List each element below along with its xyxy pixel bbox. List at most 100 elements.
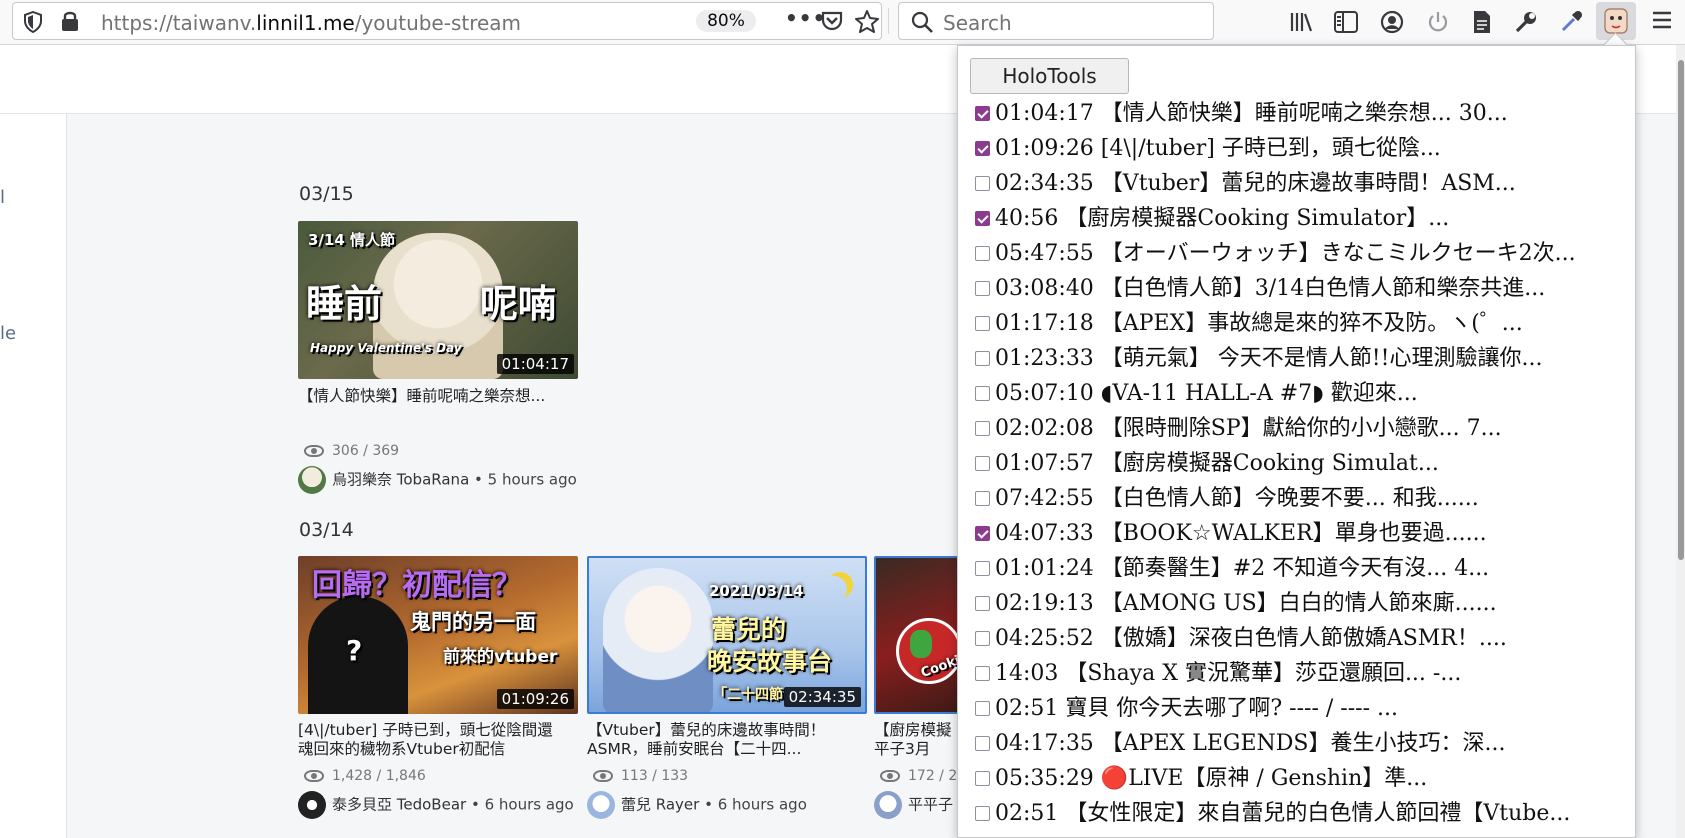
pocket-icon[interactable] — [821, 10, 843, 35]
sidebar-icon[interactable] — [1334, 11, 1358, 36]
stream-checklist-label: 05:47:55 【オーバーウォッチ】きなこミルクセーキ2次... — [995, 241, 1576, 266]
channel-info[interactable]: 平平子 — [874, 791, 953, 819]
stream-checklist-item[interactable]: 02:19:13 【AMONG US】白白的情人節來廝...... — [975, 586, 1635, 621]
stream-checklist-item[interactable]: 01:07:57 【廚房模擬器Cooking Simulat... — [975, 446, 1635, 481]
stream-thumbnail[interactable]: 3/14 情人節 睡前 呢喃 Happy Valentine's Day 01:… — [298, 221, 578, 379]
view-count-text: 1,428 / 1,846 — [332, 768, 426, 784]
stream-checklist-item[interactable]: 05:47:55 【オーバーウォッチ】きなこミルクセーキ2次... — [975, 236, 1635, 271]
checkbox-unchecked[interactable] — [975, 281, 990, 296]
checkbox-unchecked[interactable] — [975, 561, 990, 576]
checkbox-unchecked[interactable] — [975, 386, 990, 401]
checkbox-unchecked[interactable] — [975, 316, 990, 331]
avatar[interactable] — [874, 791, 902, 819]
avatar[interactable] — [298, 791, 326, 819]
stream-checklist-item[interactable]: 03:08:40 【白色情人節】3/14白色情人節和樂奈共進... — [975, 271, 1635, 306]
stream-title[interactable]: 【情人節快樂】睡前呢喃之樂奈想... — [298, 387, 583, 406]
stream-checklist-item[interactable]: 01:23:33 【萌元氣】 今天不是情人節!!心理測驗讓你... — [975, 341, 1635, 376]
stream-checklist-label: 02:51 寶貝 你今天去哪了啊? ---- / ---- ... — [995, 696, 1399, 721]
wrench-icon[interactable] — [1514, 10, 1538, 37]
checkbox-unchecked[interactable] — [975, 806, 990, 821]
stream-checklist-item[interactable]: 05:35:29 🔴LIVE【原神 / Genshin】準... — [975, 761, 1635, 796]
power-icon[interactable] — [1426, 10, 1450, 37]
stream-checklist-item[interactable]: 01:01:24 【節奏醫生】#2 不知道今天有沒... 4... — [975, 551, 1635, 586]
url-text[interactable]: https://taiwanv.linnil1.me/youtube-strea… — [101, 11, 521, 35]
thumbnail-caption: 前來的vtuber — [443, 647, 558, 667]
stream-thumbnail[interactable]: ? 回歸？初配信？ 鬼門的另一面 前來的vtuber 01:09:26 — [298, 556, 578, 714]
stream-checklist-item[interactable]: 40:56 【廚房模擬器Cooking Simulator】... — [975, 201, 1635, 236]
search-icon — [911, 11, 933, 36]
stream-checklist-item[interactable]: 01:09:26 [4\|/tuber] 子時已到，頭七從陰... — [975, 131, 1635, 166]
channel-name[interactable]: 烏羽樂奈 TobaRana — [332, 471, 469, 489]
page-icon[interactable] — [1472, 10, 1492, 37]
stream-thumbnail[interactable]: 2021/03/14 蕾兒的 晚安故事台 「二十四節 02:34:35 — [587, 556, 867, 714]
channel-name[interactable]: 蕾兒 Rayer — [621, 796, 699, 814]
checkbox-unchecked[interactable] — [975, 596, 990, 611]
thumbnail-caption: 「二十四節 — [713, 687, 783, 703]
checkbox-checked[interactable] — [975, 211, 990, 226]
stream-checklist-item[interactable]: 01:17:18 【APEX】事故總是來的猝不及防。ヽ(゜... — [975, 306, 1635, 341]
holotools-button[interactable]: HoloTools — [970, 58, 1129, 94]
url-domain: linnil1.me — [256, 11, 355, 35]
bookmark-star-icon[interactable] — [855, 10, 879, 36]
browser-toolbar: https://taiwanv.linnil1.me/youtube-strea… — [0, 0, 1685, 45]
stream-checklist-label: 01:09:26 [4\|/tuber] 子時已到，頭七從陰... — [995, 136, 1441, 161]
stream-checklist-item[interactable]: 02:51 【女性限定】來自蕾兒的白色情人節回禮【Vtube... — [975, 796, 1635, 831]
stream-checklist-item[interactable]: 02:02:08 【限時刪除SP】獻給你的小小戀歌... 7... — [975, 411, 1635, 446]
checkbox-unchecked[interactable] — [975, 176, 990, 191]
zoom-indicator[interactable]: 80% — [696, 10, 756, 32]
avatar[interactable] — [298, 466, 326, 494]
thumbnail-caption: ? — [346, 634, 363, 667]
sidebar-item-fragment[interactable]: l — [0, 187, 5, 208]
channel-name[interactable]: 平平子 — [908, 796, 953, 814]
stream-checklist-item[interactable]: 04:07:33 【BOOK☆WALKER】單身也要過...... — [975, 516, 1635, 551]
url-bar[interactable]: https://taiwanv.linnil1.me/youtube-strea… — [12, 2, 882, 40]
stream-title[interactable]: [4\|/tuber] 子時已到，頭七從陰間還魂回來的穢物系Vtuber初配信 — [298, 721, 568, 759]
channel-info[interactable]: 蕾兒 Rayer • 6 hours ago — [587, 791, 807, 819]
stream-checklist-label: 01:07:57 【廚房模擬器Cooking Simulat... — [995, 451, 1439, 476]
stream-checklist-item[interactable]: 04:17:35 【APEX LEGENDS】養生小技巧：深... — [975, 726, 1635, 761]
checkbox-unchecked[interactable] — [975, 736, 990, 751]
eye-icon — [304, 445, 324, 457]
checkbox-unchecked[interactable] — [975, 491, 990, 506]
stream-checklist-item[interactable]: 07:42:55 【白色情人節】今晚要不要... 和我...... — [975, 481, 1635, 516]
stream-checklist-item[interactable]: 04:25:52 【傲嬌】深夜白色情人節傲嬌ASMR！.... — [975, 621, 1635, 656]
stream-checklist-label: 01:01:24 【節奏醫生】#2 不知道今天有沒... 4... — [995, 556, 1490, 581]
shield-icon[interactable] — [23, 10, 43, 36]
account-icon[interactable] — [1380, 10, 1404, 37]
stream-checklist-label: 03:08:40 【白色情人節】3/14白色情人節和樂奈共進... — [995, 276, 1546, 301]
lock-icon[interactable] — [61, 10, 79, 35]
channel-info[interactable]: 烏羽樂奈 TobaRana • 5 hours ago — [298, 466, 577, 494]
stream-checklist-item[interactable]: 14:03 【Shaya X 實況驚華】莎亞還願回... -... — [975, 656, 1635, 691]
checkbox-checked[interactable] — [975, 141, 990, 156]
sidebar-item-fragment[interactable]: le — [0, 323, 16, 344]
checkbox-unchecked[interactable] — [975, 631, 990, 646]
stream-checklist-item[interactable]: 02:34:35 【Vtuber】蕾兒的床邊故事時間！ASM... — [975, 166, 1635, 201]
thumbnail-caption: 晚安故事台 — [707, 647, 833, 676]
publish-time: • 6 hours ago — [704, 795, 807, 814]
checkbox-unchecked[interactable] — [975, 246, 990, 261]
channel-name[interactable]: 泰多貝亞 TedoBear — [332, 796, 466, 814]
eyedropper-icon[interactable] — [1560, 9, 1584, 36]
avatar[interactable] — [587, 791, 615, 819]
stream-checklist-label: 02:34:35 【Vtuber】蕾兒的床邊故事時間！ASM... — [995, 171, 1516, 196]
menu-icon[interactable] — [1652, 10, 1672, 33]
stream-title[interactable]: 【Vtuber】蕾兒的床邊故事時間！ASMR，睡前安眠台【二十四... — [587, 721, 857, 759]
stream-checklist-item[interactable]: 02:51 寶貝 你今天去哪了啊? ---- / ---- ... — [975, 691, 1635, 726]
search-bar[interactable]: Search — [898, 2, 1214, 40]
checkbox-checked[interactable] — [975, 106, 990, 121]
search-input[interactable]: Search — [943, 11, 1012, 35]
scrollbar-thumb[interactable] — [1678, 60, 1684, 560]
checkbox-unchecked[interactable] — [975, 666, 990, 681]
channel-info[interactable]: 泰多貝亞 TedoBear • 6 hours ago — [298, 791, 574, 819]
stream-checklist-item[interactable]: 05:07:10 ◖VA-11 HALL-A #7◗ 歡迎來... — [975, 376, 1635, 411]
checkbox-unchecked[interactable] — [975, 701, 990, 716]
checkbox-unchecked[interactable] — [975, 771, 990, 786]
library-icon[interactable] — [1290, 11, 1314, 36]
checkbox-unchecked[interactable] — [975, 456, 990, 471]
stream-checklist-item[interactable]: 01:04:17 【情人節快樂】睡前呢喃之樂奈想... 30... — [975, 96, 1635, 131]
checkbox-unchecked[interactable] — [975, 351, 990, 366]
stream-checklist-label: 07:42:55 【白色情人節】今晚要不要... 和我...... — [995, 486, 1479, 511]
checkbox-checked[interactable] — [975, 526, 990, 541]
checkbox-unchecked[interactable] — [975, 421, 990, 436]
stream-checklist-label: 14:03 【Shaya X 實況驚華】莎亞還願回... -... — [995, 661, 1462, 686]
